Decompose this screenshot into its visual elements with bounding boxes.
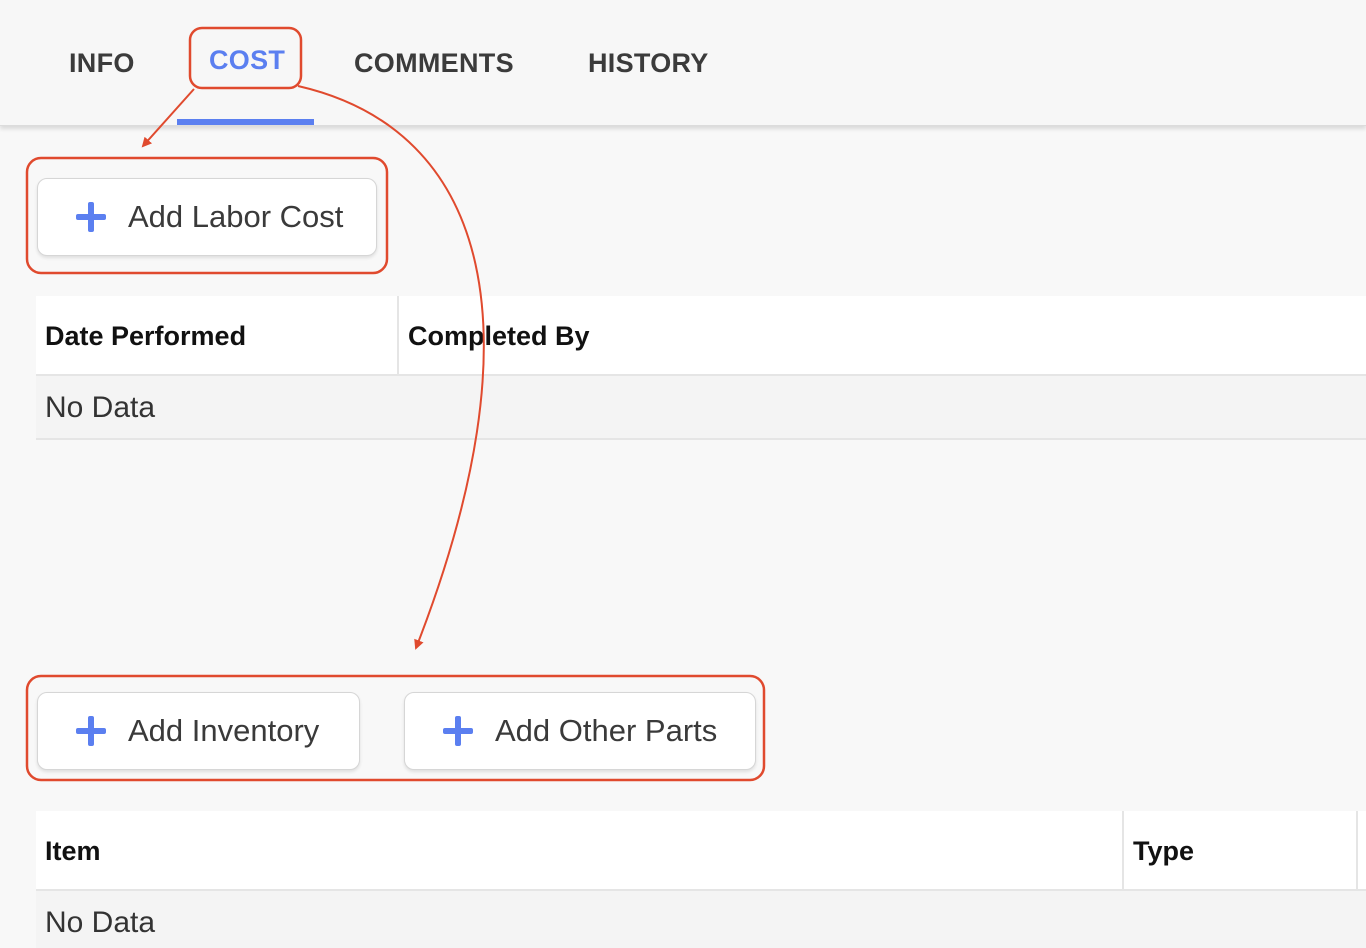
tab-bar: INFO COST COMMENTS HISTORY (0, 0, 1366, 126)
add-labor-cost-label: Add Labor Cost (128, 199, 344, 234)
column-header-item[interactable]: Item (36, 811, 101, 891)
add-labor-cost-button[interactable]: Add Labor Cost (37, 178, 377, 256)
plus-icon (76, 716, 106, 746)
plus-icon (76, 202, 106, 232)
empty-state-text: No Data (45, 906, 156, 939)
parts-table: Item Type No Data (36, 811, 1366, 948)
tab-comments[interactable]: COMMENTS (354, 44, 514, 82)
tab-info[interactable]: INFO (69, 44, 135, 82)
cost-page: INFO COST COMMENTS HISTORY Add Labor Cos… (0, 0, 1366, 948)
plus-icon (443, 716, 473, 746)
column-header-completed-by[interactable]: Completed By (399, 296, 590, 376)
empty-state-text: No Data (45, 391, 156, 424)
labor-cost-table: Date Performed Completed By No Data (36, 296, 1366, 440)
add-inventory-label: Add Inventory (128, 713, 320, 748)
add-other-parts-label: Add Other Parts (495, 713, 718, 748)
table-body: No Data (36, 891, 1366, 948)
column-header-date-performed[interactable]: Date Performed (36, 296, 246, 376)
tab-history[interactable]: HISTORY (588, 44, 709, 82)
column-divider[interactable] (1356, 811, 1358, 889)
column-header-type[interactable]: Type (1124, 811, 1194, 891)
add-other-parts-button[interactable]: Add Other Parts (404, 692, 756, 770)
tab-cost[interactable]: COST (209, 41, 285, 79)
annotation-overlay (25, 26, 766, 782)
table-body: No Data (36, 376, 1366, 440)
table-header: Item Type (36, 811, 1366, 891)
active-tab-indicator (177, 119, 314, 125)
add-inventory-button[interactable]: Add Inventory (37, 692, 360, 770)
table-header: Date Performed Completed By (36, 296, 1366, 376)
